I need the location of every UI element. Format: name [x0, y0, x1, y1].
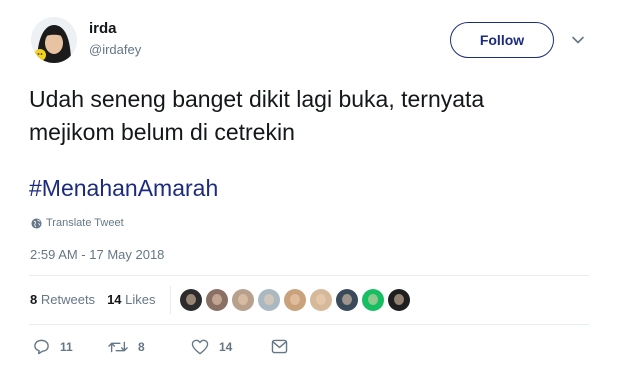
divider	[29, 275, 589, 276]
retweet-count: 8	[138, 339, 145, 354]
translate-label: Translate Tweet	[46, 217, 124, 229]
tweet-timestamp[interactable]: 2:59 AM - 17 May 2018	[30, 247, 164, 262]
reply-button[interactable]: 11	[33, 338, 108, 355]
action-bar: 11 8 14	[33, 338, 288, 355]
likes-count: 14	[107, 292, 122, 307]
like-button[interactable]: 14	[191, 339, 271, 355]
heart-icon	[191, 339, 209, 354]
envelope-icon	[271, 339, 288, 354]
tweet-stats: 8 Retweets 14 Likes	[30, 292, 156, 307]
follow-button[interactable]: Follow	[450, 22, 554, 58]
user-avatar-image	[31, 17, 77, 63]
reply-icon	[34, 339, 49, 355]
chevron-down-icon[interactable]	[571, 33, 585, 47]
hashtag-link[interactable]: #MenahanAmarah	[29, 175, 218, 202]
translate-tweet-link[interactable]: Translate Tweet	[31, 217, 124, 229]
divider	[29, 324, 589, 325]
user-handle[interactable]: @irdafey	[89, 42, 141, 57]
retweet-icon	[108, 341, 128, 352]
likes-label: Likes	[125, 292, 156, 307]
liker-avatar[interactable]	[258, 289, 280, 311]
reply-count: 11	[60, 339, 73, 354]
liker-avatar[interactable]	[206, 289, 228, 311]
liker-avatar[interactable]	[310, 289, 332, 311]
likes-stat[interactable]: 14 Likes	[107, 292, 155, 307]
retweet-button[interactable]: 8	[108, 339, 191, 355]
retweets-stat[interactable]: 8 Retweets	[30, 292, 95, 307]
liker-avatar[interactable]	[232, 289, 254, 311]
user-name[interactable]: irda	[89, 20, 117, 37]
liker-avatars	[180, 289, 410, 311]
retweets-label: Retweets	[40, 292, 96, 307]
like-count: 14	[219, 339, 233, 354]
liker-avatar[interactable]	[388, 289, 410, 311]
globe-icon	[31, 217, 42, 229]
tweet-text: Udah seneng banget dikit lagi buka, tern…	[29, 86, 485, 145]
avatar[interactable]	[31, 17, 77, 63]
stats-divider	[170, 286, 171, 314]
liker-avatar[interactable]	[362, 289, 384, 311]
retweets-count: 8	[30, 292, 38, 307]
liker-avatar[interactable]	[180, 289, 202, 311]
direct-message-button[interactable]	[271, 339, 288, 354]
liker-avatar[interactable]	[284, 289, 306, 311]
liker-avatar[interactable]	[336, 289, 358, 311]
